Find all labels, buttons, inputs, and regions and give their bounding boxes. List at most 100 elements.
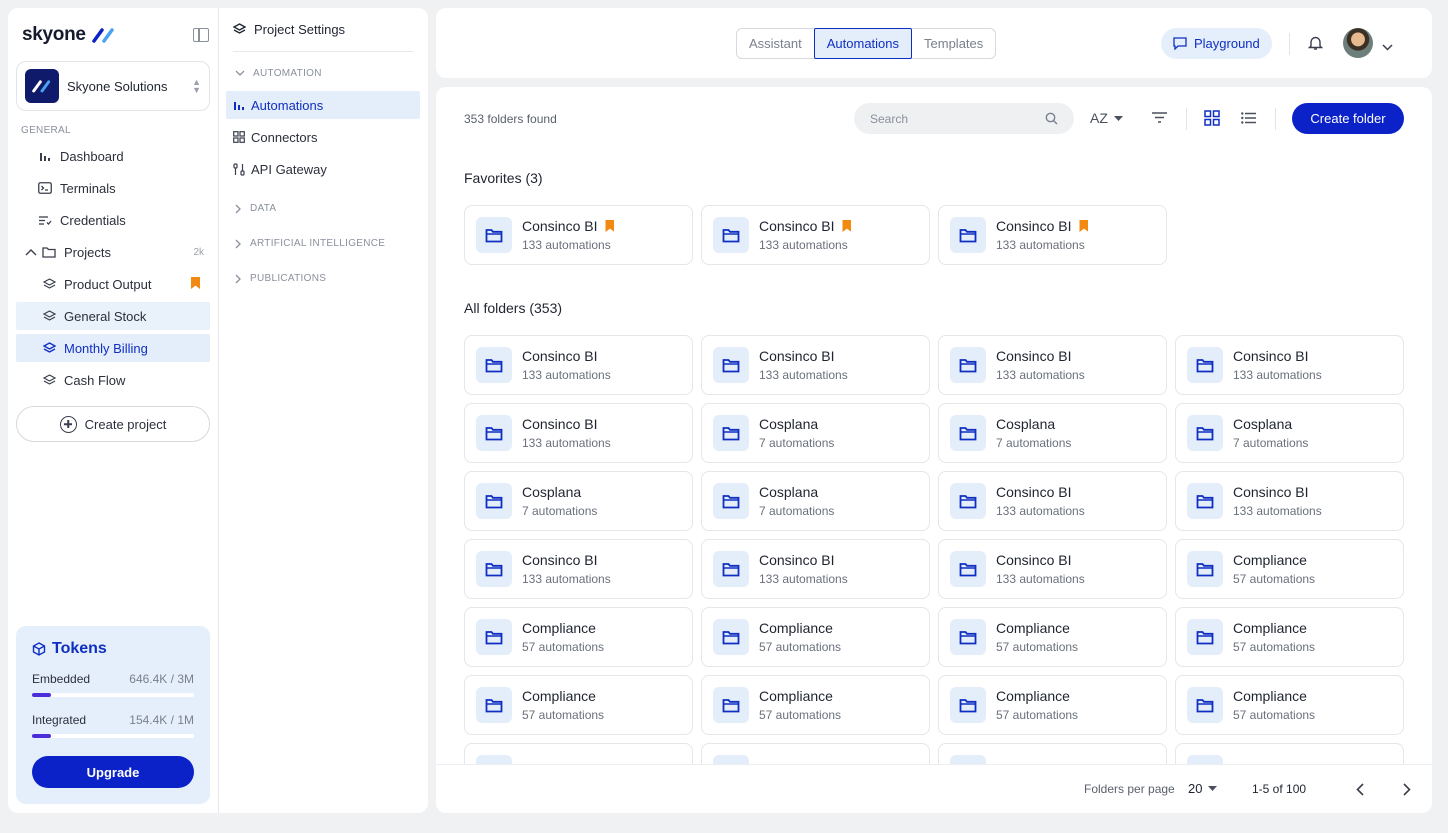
folder-card[interactable]: Consinco BI 133 automations (464, 205, 693, 265)
section-artificial-intelligence[interactable]: ARTIFICIAL INTELLIGENCE (235, 238, 385, 249)
folder-card[interactable]: Cosplana 7 automations (464, 471, 693, 531)
project-item-monthly-billing[interactable]: Monthly Billing (16, 334, 210, 362)
next-page-icon[interactable] (1397, 779, 1417, 799)
folder-card[interactable]: Consinco BI 133 automations (701, 205, 930, 265)
folder-automation-count: 133 automations (759, 368, 848, 382)
per-page-select[interactable]: 20 (1188, 781, 1218, 796)
folder-name: Compliance (759, 620, 833, 636)
folder-automation-count: 7 automations (996, 436, 1072, 450)
folder-card-text: Consinco BI 133 automations (759, 348, 848, 382)
folder-icon (476, 217, 512, 253)
folder-card[interactable]: Consinco BI 133 automations (701, 539, 930, 599)
folder-card[interactable]: Consinco BI 133 automations (464, 335, 693, 395)
folder-card[interactable]: Cosplana 7 automations (938, 403, 1167, 463)
bookmark-icon[interactable] (191, 277, 200, 289)
folder-card[interactable]: Cosplana 7 automations (701, 403, 930, 463)
folder-automation-count: 57 automations (759, 640, 842, 654)
folder-name: Consinco BI (996, 218, 1072, 234)
folder-card[interactable]: Compliance 57 automations (1175, 539, 1404, 599)
filter-icon[interactable] (1152, 112, 1167, 123)
sort-button[interactable]: AZ (1090, 110, 1123, 126)
tab-automations[interactable]: Automations (813, 28, 913, 59)
project-item-product-output[interactable]: Product Output (16, 270, 210, 298)
search-input[interactable] (870, 111, 1030, 126)
folder-card[interactable]: Cosplana 7 automations (1175, 403, 1404, 463)
sidebar-item-terminals[interactable]: Terminals (16, 174, 210, 202)
settings-item-connectors[interactable]: Connectors (226, 123, 420, 151)
tab-assistant[interactable]: Assistant (737, 29, 814, 58)
folder-card[interactable]: Compliance 57 automations (701, 675, 930, 735)
bell-icon[interactable] (1307, 35, 1324, 54)
tab-templates[interactable]: Templates (912, 29, 995, 58)
folder-card[interactable]: Consinco BI 133 automations (464, 539, 693, 599)
folder-card-text: Consinco BI 133 automations (522, 218, 615, 252)
folder-card[interactable]: Consinco BI 133 automations (1175, 471, 1404, 531)
create-folder-button[interactable]: Create folder (1292, 103, 1404, 134)
sidebar-item-dashboard[interactable]: Dashboard (16, 142, 210, 170)
folder-card[interactable]: Compliance 57 automations (938, 675, 1167, 735)
folder-card[interactable]: Compliance 57 automations (1175, 675, 1404, 735)
section-publications[interactable]: PUBLICATIONS (235, 273, 326, 284)
folder-card[interactable]: Consinco BI 133 automations (464, 403, 693, 463)
folder-title-row: Consinco BI (522, 416, 611, 432)
brand-logo[interactable]: skyone (22, 24, 116, 46)
section-automation[interactable]: AUTOMATION (235, 68, 322, 79)
upgrade-button[interactable]: Upgrade (32, 756, 194, 788)
folder-card[interactable]: Consinco BI 133 automations (938, 335, 1167, 395)
grid-view-icon[interactable] (1204, 110, 1220, 126)
sidebar-nav: Dashboard Terminals Credentials Projects… (16, 142, 210, 398)
folder-automation-count: 57 automations (522, 640, 605, 654)
sidebar-item-projects[interactable]: Projects 2k (16, 238, 210, 266)
toolbar-divider (1186, 108, 1187, 130)
layers-icon (42, 309, 56, 323)
folder-card[interactable]: Compliance 57 automations (464, 675, 693, 735)
bookmark-icon[interactable] (605, 220, 615, 232)
sidebar-item-credentials[interactable]: Credentials (16, 206, 210, 234)
chevron-down-icon (235, 70, 245, 76)
folder-card[interactable]: Consinco BI 133 automations (938, 539, 1167, 599)
folder-card[interactable]: Consinco BI 133 automations (938, 471, 1167, 531)
create-project-button[interactable]: Create project (16, 406, 210, 442)
bookmark-icon[interactable] (1079, 220, 1089, 232)
folder-card[interactable]: Consinco BI 133 automations (701, 335, 930, 395)
search-box[interactable] (854, 103, 1074, 134)
section-data[interactable]: DATA (235, 203, 276, 214)
folder-card[interactable]: Compliance 57 automations (938, 607, 1167, 667)
folder-icon (476, 483, 512, 519)
folder-card-text: Consinco BI 133 automations (996, 484, 1085, 518)
folder-card[interactable]: Compliance 57 automations (701, 607, 930, 667)
folder-card-text: Compliance 57 automations (996, 620, 1078, 654)
folder-card[interactable]: Cosplana 7 automations (701, 471, 930, 531)
bookmark-icon[interactable] (842, 220, 852, 232)
folder-card[interactable]: Compliance 57 automations (464, 607, 693, 667)
search-icon[interactable] (1045, 112, 1058, 125)
folder-card-text: Compliance 57 automations (522, 688, 604, 722)
folder-card-text: Consinco BI 133 automations (996, 218, 1089, 252)
settings-item-automations[interactable]: Automations (226, 91, 420, 119)
folder-icon (713, 619, 749, 655)
avatar[interactable] (1343, 28, 1373, 58)
project-item-general-stock[interactable]: General Stock (16, 302, 210, 330)
org-switcher[interactable]: Skyone Solutions ▲ ▼ (16, 61, 210, 111)
settings-item-api-gateway[interactable]: API Gateway (226, 155, 420, 183)
folder-name: Cosplana (522, 484, 582, 500)
folder-automation-count: 133 automations (1233, 368, 1322, 382)
folder-title-row: Compliance (759, 620, 841, 636)
embedded-value: 646.4K / 3M (129, 672, 194, 686)
sidebar: skyone Skyone Solutions ▲ ▼ GENERAL Dashb… (8, 8, 219, 813)
folder-name: Consinco BI (759, 348, 835, 364)
list-view-icon[interactable] (1241, 112, 1256, 124)
folder-card-text: Compliance 57 automations (996, 688, 1078, 722)
chevron-down-icon[interactable] (1382, 39, 1393, 54)
prev-page-icon[interactable] (1350, 779, 1370, 799)
folder-name: Cosplana (759, 484, 819, 500)
sidebar-toggle-icon[interactable] (193, 28, 209, 42)
folder-card[interactable]: Consinco BI 133 automations (1175, 335, 1404, 395)
folder-card-text: Cosplana 7 automations (1233, 416, 1308, 450)
folder-card[interactable]: Compliance 57 automations (1175, 607, 1404, 667)
playground-button[interactable]: Playground (1161, 28, 1272, 59)
project-item-cash-flow[interactable]: Cash Flow (16, 366, 210, 394)
tokens-panel: Tokens Embedded 646.4K / 3M Integrated 1… (16, 626, 210, 804)
create-project-label: Create project (84, 416, 167, 432)
folder-card[interactable]: Consinco BI 133 automations (938, 205, 1167, 265)
